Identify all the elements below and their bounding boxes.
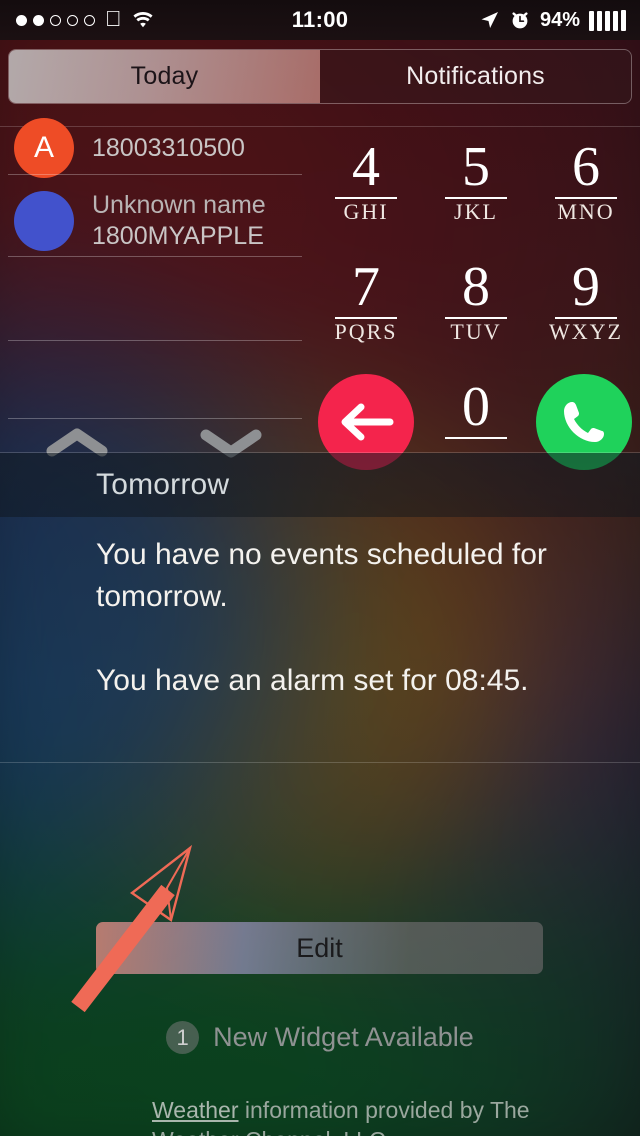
widget-count-badge: 1 bbox=[166, 1021, 200, 1054]
dial-pad: 4 GHI 5 JKL 6 MNO 7 PQRS 8 TUV 9 WXYZ 0 bbox=[312, 126, 640, 470]
dial-key-digit: 7 bbox=[352, 256, 380, 318]
dial-key-5[interactable]: 5 JKL bbox=[422, 138, 530, 224]
section-title: Tomorrow bbox=[96, 468, 230, 501]
dial-key-letters: PQRS bbox=[334, 319, 398, 344]
weather-link[interactable]: Weather bbox=[152, 1097, 239, 1123]
dial-key-7[interactable]: 7 PQRS bbox=[312, 258, 420, 344]
dial-key-letters: WXYZ bbox=[549, 319, 623, 344]
list-divider bbox=[8, 340, 302, 341]
tab-notifications[interactable]: Notifications bbox=[320, 50, 631, 103]
status-bar-clock: 11:00 bbox=[291, 7, 349, 32]
dial-key-digit: 8 bbox=[462, 256, 490, 318]
dial-key-0[interactable]: 0 bbox=[422, 378, 530, 440]
tomorrow-section-header: Tomorrow bbox=[0, 453, 640, 517]
phone-widget: A 18003310500 Unknown name 1800MYAPPLE 4… bbox=[0, 118, 640, 470]
contact-row[interactable]: Unknown name 1800MYAPPLE bbox=[14, 190, 266, 252]
segmented-control[interactable]: Today Notifications bbox=[8, 49, 632, 104]
list-divider bbox=[8, 174, 302, 175]
no-events-text: You have no events scheduled for tomorro… bbox=[96, 538, 547, 613]
alarm-text: You have an alarm set for 08:45. bbox=[96, 664, 529, 697]
dial-key-9[interactable]: 9 WXYZ bbox=[532, 258, 640, 344]
new-widget-available-row[interactable]: 1 New Widget Available bbox=[0, 1021, 640, 1054]
phone-handset-icon bbox=[564, 402, 604, 442]
tomorrow-content: You have no events scheduled for tomorro… bbox=[96, 534, 596, 702]
contact-name: Unknown name bbox=[92, 191, 266, 219]
dial-key-digit: 0 bbox=[462, 376, 490, 438]
contact-number: 18003310500 bbox=[92, 134, 245, 162]
contact-number: 1800MYAPPLE bbox=[92, 222, 264, 250]
dial-key-letters: JKL bbox=[454, 199, 498, 224]
contacts-list: A 18003310500 Unknown name 1800MYAPPLE bbox=[0, 118, 310, 458]
avatar: A bbox=[14, 118, 74, 178]
tab-today[interactable]: Today bbox=[9, 50, 320, 103]
dial-key-letters: GHI bbox=[343, 199, 389, 224]
avatar bbox=[14, 191, 74, 251]
back-arrow-icon bbox=[341, 403, 394, 441]
dial-key-digit: 4 bbox=[352, 136, 380, 198]
dial-key-8[interactable]: 8 TUV bbox=[422, 258, 530, 344]
dial-key-digit: 5 bbox=[462, 136, 490, 198]
edit-button[interactable]: Edit bbox=[96, 922, 543, 974]
status-bar:  11:00 94% bbox=[0, 0, 640, 40]
notification-center-body: A 18003310500 Unknown name 1800MYAPPLE 4… bbox=[0, 104, 640, 1136]
new-widget-available-label: New Widget Available bbox=[213, 1022, 474, 1052]
dial-key-letters: TUV bbox=[450, 319, 502, 344]
dial-key-digit: 9 bbox=[572, 256, 600, 318]
footer-divider bbox=[0, 762, 640, 763]
dial-key-digit: 6 bbox=[572, 136, 600, 198]
weather-attribution: Weather information provided by The Weat… bbox=[152, 1095, 572, 1136]
list-divider bbox=[8, 256, 302, 257]
contact-row[interactable]: A 18003310500 bbox=[14, 118, 245, 178]
dial-key-4[interactable]: 4 GHI bbox=[312, 138, 420, 224]
list-divider bbox=[8, 418, 302, 419]
dial-key-letters: MNO bbox=[557, 199, 615, 224]
dial-key-6[interactable]: 6 MNO bbox=[532, 138, 640, 224]
ios-notification-center-screen:  11:00 94% Today Notificatio bbox=[0, 0, 640, 1136]
